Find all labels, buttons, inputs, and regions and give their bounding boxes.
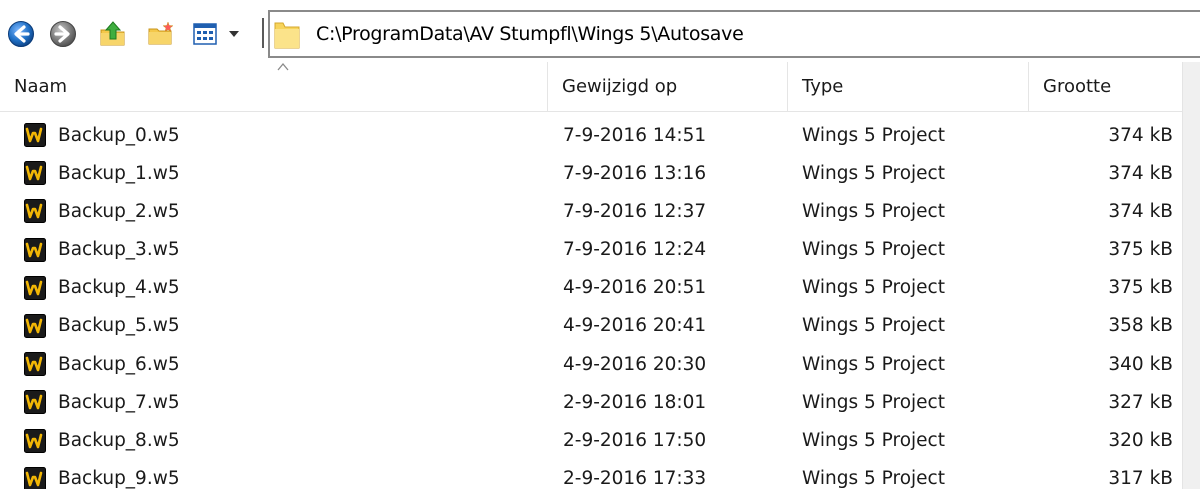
file-modified: 4-9-2016 20:30	[563, 353, 707, 375]
file-name-cell: Backup_4.w5	[24, 269, 544, 307]
toolbar: C:\ProgramData\AV Stumpfl\Wings 5\Autosa…	[0, 0, 1200, 62]
file-name: Backup_3.w5	[58, 239, 180, 261]
file-name-cell: Backup_9.w5	[24, 460, 544, 489]
column-header-size[interactable]: Grootte	[1029, 62, 1182, 111]
folder-icon	[274, 19, 302, 49]
file-name-cell: Backup_0.w5	[24, 116, 544, 154]
wings-file-icon	[24, 352, 46, 377]
file-type: Wings 5 Project	[802, 468, 945, 489]
sort-ascending-icon	[277, 62, 289, 71]
file-size: 320 kB	[1108, 430, 1173, 451]
file-name: Backup_7.w5	[58, 391, 180, 413]
table-row[interactable]: Backup_1.w5 7-9-2016 13:16 Wings 5 Project…	[0, 154, 1182, 192]
forward-button[interactable]	[48, 19, 78, 49]
file-name-cell: Backup_6.w5	[24, 345, 544, 383]
file-type: Wings 5 Project	[802, 162, 945, 184]
file-type: Wings 5 Project	[802, 353, 945, 375]
file-name: Backup_0.w5	[58, 124, 180, 146]
file-name: Backup_1.w5	[58, 162, 180, 184]
file-modified: 7-9-2016 14:51	[563, 124, 707, 146]
wings-file-icon	[24, 275, 46, 300]
file-name: Backup_5.w5	[58, 315, 180, 337]
file-name-cell: Backup_2.w5	[24, 192, 544, 230]
wings-file-icon	[24, 161, 46, 186]
arrow-left-icon	[8, 21, 34, 47]
file-size: 374 kB	[1108, 124, 1173, 146]
chevron-down-icon	[229, 31, 239, 37]
file-size: 327 kB	[1108, 391, 1173, 413]
toolbar-separator	[262, 18, 264, 48]
table-row[interactable]: Backup_6.w5 4-9-2016 20:30 Wings 5 Project…	[0, 345, 1182, 383]
file-modified: 2-9-2016 17:33	[563, 468, 707, 489]
file-size: 375 kB	[1108, 277, 1173, 299]
file-name-cell: Backup_1.w5	[24, 154, 544, 192]
column-header-type[interactable]: Type	[788, 62, 1029, 111]
file-dialog-window: C:\ProgramData\AV Stumpfl\Wings 5\Autosa…	[0, 0, 1200, 489]
file-size: 358 kB	[1108, 315, 1173, 337]
file-size: 374 kB	[1108, 200, 1173, 222]
file-name: Backup_6.w5	[58, 353, 180, 375]
file-type: Wings 5 Project	[802, 277, 945, 299]
view-menu-button[interactable]	[192, 19, 242, 49]
file-modified: 2-9-2016 17:50	[563, 430, 707, 451]
new-folder-button[interactable]	[146, 19, 176, 49]
table-row[interactable]: Backup_2.w5 7-9-2016 12:37 Wings 5 Project…	[0, 192, 1182, 230]
table-row[interactable]: Backup_9.w5 2-9-2016 17:33 Wings 5 Project…	[0, 460, 1182, 489]
table-row[interactable]: Backup_8.w5 2-9-2016 17:50 Wings 5 Project…	[0, 422, 1182, 460]
address-bar[interactable]: C:\ProgramData\AV Stumpfl\Wings 5\Autosa…	[268, 10, 1200, 58]
back-button[interactable]	[6, 19, 36, 49]
column-header-modified[interactable]: Gewijzigd op	[548, 62, 788, 111]
file-size: 340 kB	[1108, 353, 1173, 375]
table-row[interactable]: Backup_4.w5 4-9-2016 20:51 Wings 5 Project…	[0, 269, 1182, 307]
file-type: Wings 5 Project	[802, 124, 945, 146]
file-modified: 4-9-2016 20:51	[563, 277, 707, 299]
file-size: 317 kB	[1108, 468, 1173, 489]
file-name-cell: Backup_5.w5	[24, 307, 544, 345]
column-header-name[interactable]: Naam	[0, 62, 548, 111]
wings-file-icon	[24, 237, 46, 262]
file-type: Wings 5 Project	[802, 315, 945, 337]
file-type: Wings 5 Project	[802, 430, 945, 451]
column-header-row: Naam Gewijzigd op Type Grootte	[0, 62, 1182, 112]
table-row[interactable]: Backup_0.w5 7-9-2016 14:51 Wings 5 Project…	[0, 116, 1182, 154]
file-name-cell: Backup_8.w5	[24, 422, 544, 460]
grid-view-icon	[193, 23, 217, 45]
wings-file-icon	[24, 390, 46, 415]
file-name: Backup_2.w5	[58, 200, 180, 222]
file-modified: 4-9-2016 20:41	[563, 315, 707, 337]
address-path: C:\ProgramData\AV Stumpfl\Wings 5\Autosa…	[316, 23, 744, 45]
file-name: Backup_8.w5	[58, 430, 180, 451]
table-row[interactable]: Backup_7.w5 2-9-2016 18:01 Wings 5 Project…	[0, 383, 1182, 421]
table-row[interactable]: Backup_3.w5 7-9-2016 12:24 Wings 5 Project…	[0, 231, 1182, 269]
table-row[interactable]: Backup_5.w5 4-9-2016 20:41 Wings 5 Project…	[0, 307, 1182, 345]
wings-file-icon	[24, 313, 46, 338]
file-type: Wings 5 Project	[802, 391, 945, 413]
folder-up-icon	[100, 21, 125, 46]
new-folder-icon	[148, 21, 174, 45]
arrow-right-icon	[50, 21, 76, 47]
file-modified: 7-9-2016 12:37	[563, 200, 707, 222]
file-name-cell: Backup_7.w5	[24, 383, 544, 421]
wings-file-icon	[24, 466, 46, 489]
file-type: Wings 5 Project	[802, 239, 945, 261]
wings-file-icon	[24, 199, 46, 224]
file-name: Backup_9.w5	[58, 468, 180, 489]
file-name-cell: Backup_3.w5	[24, 231, 544, 269]
file-list: Naam Gewijzigd op Type Grootte Backup_0.…	[0, 62, 1182, 489]
file-modified: 2-9-2016 18:01	[563, 391, 707, 413]
file-modified: 7-9-2016 12:24	[563, 239, 707, 261]
wings-file-icon	[24, 123, 46, 147]
up-button[interactable]	[98, 19, 128, 49]
file-name: Backup_4.w5	[58, 277, 180, 299]
file-rows: Backup_0.w5 7-9-2016 14:51 Wings 5 Project…	[0, 116, 1182, 489]
file-size: 375 kB	[1108, 239, 1173, 261]
vertical-scrollbar[interactable]	[1182, 62, 1200, 489]
file-modified: 7-9-2016 13:16	[563, 162, 707, 184]
file-size: 374 kB	[1108, 162, 1173, 184]
wings-file-icon	[24, 428, 46, 453]
file-type: Wings 5 Project	[802, 200, 945, 222]
